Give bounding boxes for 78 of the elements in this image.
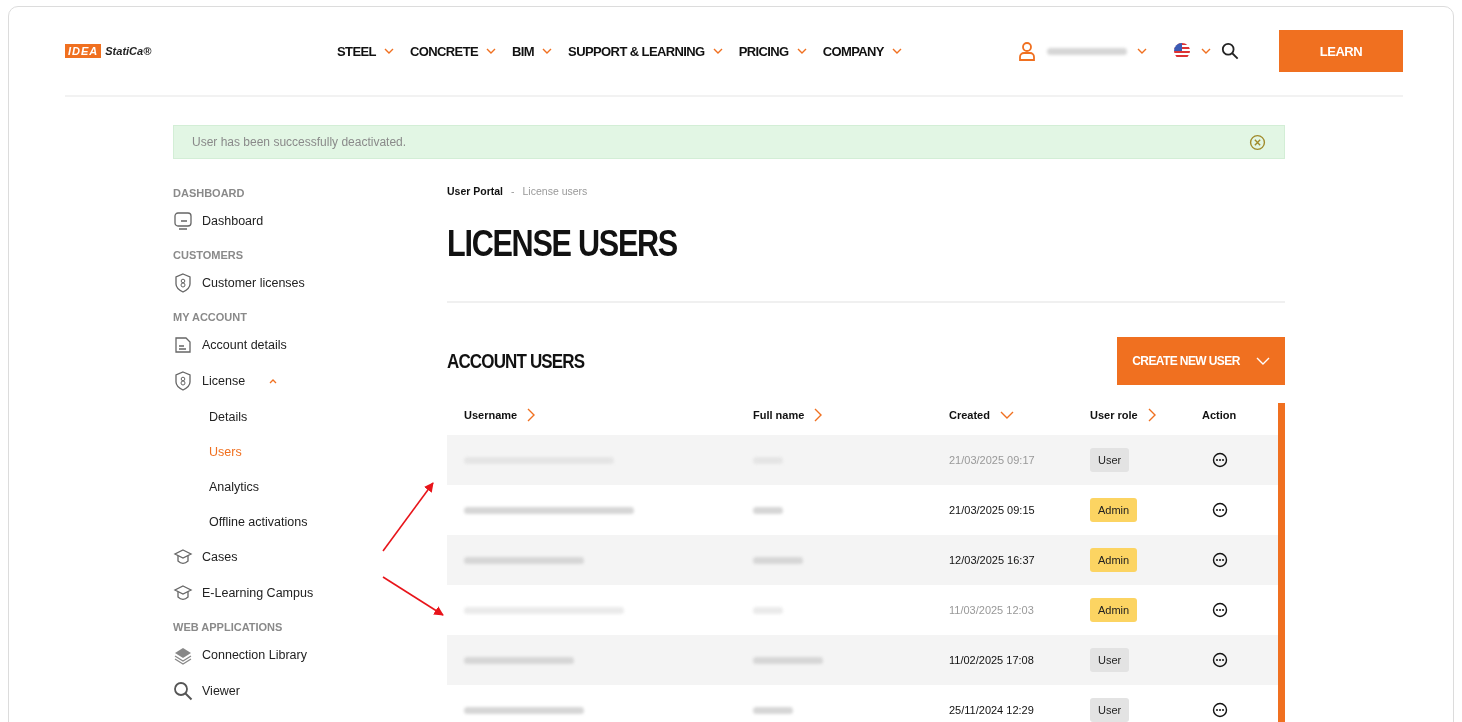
role-badge: Admin xyxy=(1090,498,1138,522)
sidebar-sublink[interactable]: Details xyxy=(209,409,248,424)
chevron-down-icon[interactable] xyxy=(1201,48,1211,54)
sidebar-sublink[interactable]: Offline activations xyxy=(209,514,308,529)
section-title: ACCOUNT USERS xyxy=(447,349,585,373)
column-header[interactable]: Username xyxy=(464,409,518,421)
nav-link[interactable]: PRICING xyxy=(738,43,807,59)
column-header[interactable]: Created xyxy=(949,409,990,421)
user-icon[interactable] xyxy=(1017,41,1037,61)
chevron-down-icon xyxy=(1255,357,1270,365)
chevron-down-icon xyxy=(383,48,394,54)
caret-icon[interactable] xyxy=(268,378,279,384)
role-badge: User xyxy=(1090,648,1130,672)
role-badge: User xyxy=(1090,448,1130,472)
created-date: 11/03/2025 12:03 xyxy=(949,604,1034,616)
chevron-down-icon xyxy=(891,48,902,54)
column-header[interactable]: Full name xyxy=(753,409,805,421)
more-options-icon[interactable] xyxy=(1212,652,1228,668)
scrollbar[interactable] xyxy=(1278,403,1285,722)
sidebar-heading: CUSTOMERS xyxy=(173,248,245,263)
created-date: 25/11/2024 12:29 xyxy=(949,704,1034,716)
search-icon[interactable] xyxy=(1221,42,1239,60)
sidebar-link[interactable]: Dashboard xyxy=(202,214,264,228)
role-badge: User xyxy=(1090,698,1130,722)
shield-icon xyxy=(173,273,193,293)
alert-message: User has been successfully deactivated. xyxy=(192,135,407,149)
document-icon xyxy=(173,335,193,355)
close-icon[interactable] xyxy=(1249,133,1266,151)
chevron-down-icon xyxy=(712,48,723,54)
sidebar-heading: DASHBOARD xyxy=(173,186,246,201)
monitor-icon xyxy=(173,211,193,231)
sidebar-heading: WEB APPLICATIONS xyxy=(173,620,284,635)
chevron-down-icon[interactable] xyxy=(1137,48,1147,54)
more-options-icon[interactable] xyxy=(1212,502,1228,518)
sidebar-sublink[interactable]: Analytics xyxy=(209,479,260,494)
sidebar-heading: MY ACCOUNT xyxy=(173,310,248,325)
flag-icon[interactable] xyxy=(1173,42,1191,60)
breadcrumb-current: License users xyxy=(522,185,588,197)
sidebar-link[interactable]: Customer licenses xyxy=(202,276,305,290)
created-date: 12/03/2025 16:37 xyxy=(949,554,1035,566)
breadcrumb-link[interactable]: User Portal xyxy=(447,185,504,197)
column-header[interactable]: User role xyxy=(1090,409,1138,421)
shield-icon xyxy=(173,371,193,391)
more-options-icon[interactable] xyxy=(1212,602,1228,618)
sidebar-link[interactable]: License xyxy=(202,374,246,388)
nav-link[interactable]: CONCRETE xyxy=(409,43,497,59)
nav-link[interactable]: STEEL xyxy=(337,43,394,59)
chevron-down-icon xyxy=(796,48,807,54)
nav-link[interactable]: COMPANY xyxy=(822,43,902,59)
blurred-full-name xyxy=(753,656,823,664)
sidebar-link[interactable]: E-Learning Campus xyxy=(202,586,314,600)
blurred-full-name xyxy=(753,506,783,514)
blurred-full-name xyxy=(753,556,803,564)
chevron-down-icon xyxy=(486,48,497,54)
blurred-full-name xyxy=(753,706,793,714)
created-date: 21/03/2025 09:15 xyxy=(949,504,1035,516)
breadcrumb-separator: - xyxy=(511,185,515,197)
column-header[interactable]: Action xyxy=(1202,409,1237,421)
stack-icon xyxy=(173,645,193,665)
graduation-cap-icon xyxy=(173,547,193,567)
sidebar-link[interactable]: Cases xyxy=(202,550,238,564)
graduation-cap-icon xyxy=(173,583,193,603)
created-date: 21/03/2025 09:17 xyxy=(949,454,1035,466)
more-options-icon[interactable] xyxy=(1212,552,1228,568)
nav-link[interactable]: BIM xyxy=(512,43,553,59)
page-title: LICENSE USERS xyxy=(447,223,678,265)
more-options-icon[interactable] xyxy=(1212,702,1228,718)
more-options-icon[interactable] xyxy=(1212,452,1228,468)
sidebar-link[interactable]: Account details xyxy=(202,338,287,352)
role-badge: Admin xyxy=(1090,598,1138,622)
sidebar-link[interactable]: Connection Library xyxy=(202,648,307,662)
created-date: 11/02/2025 17:08 xyxy=(949,654,1034,666)
search-icon xyxy=(173,681,193,701)
role-badge: Admin xyxy=(1090,548,1138,572)
logo[interactable]: IDEA StatiCa® xyxy=(65,44,337,58)
chevron-down-icon xyxy=(542,48,553,54)
sidebar-link[interactable]: Viewer xyxy=(202,684,240,698)
nav-link[interactable]: SUPPORT & LEARNING xyxy=(568,43,723,59)
